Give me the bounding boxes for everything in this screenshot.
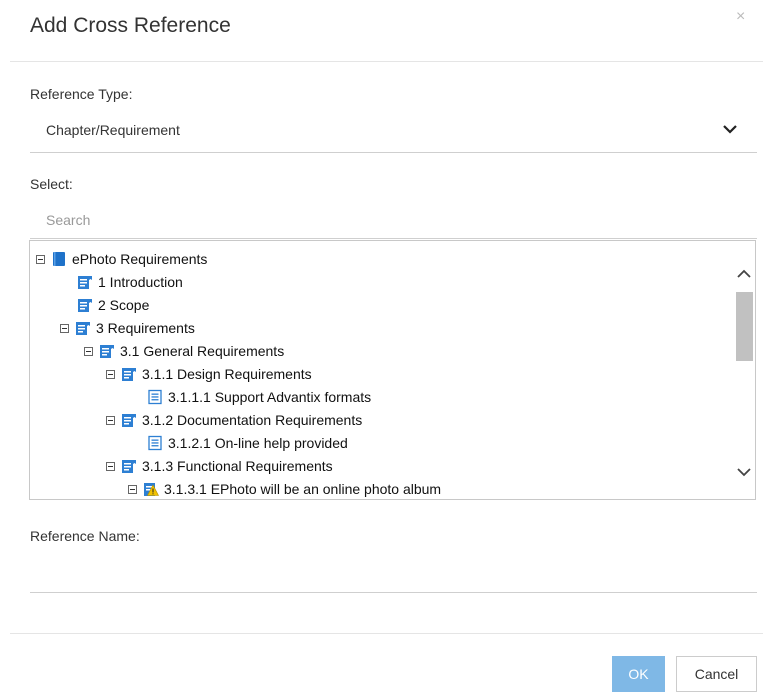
tree-item-online-photo-album[interactable]: 3.1.3.1 EPhoto will be an online photo a… xyxy=(128,479,441,499)
collapse-toggle-icon[interactable] xyxy=(36,254,45,264)
tree-item-scope[interactable]: 2 Scope xyxy=(77,295,149,315)
chapter-icon xyxy=(78,299,92,312)
tree-item-requirements[interactable]: 3 Requirements xyxy=(60,318,195,338)
tree-item-label: 3 Requirements xyxy=(96,320,195,336)
chapter-icon xyxy=(78,276,92,289)
select-label: Select: xyxy=(30,176,73,192)
tree-item-label: 3.1.2 Documentation Requirements xyxy=(142,412,363,428)
tree-item-online-help[interactable]: 3.1.2.1 On-line help provided xyxy=(147,433,348,453)
search-underline xyxy=(30,238,757,239)
tree-item-label: 2 Scope xyxy=(98,297,150,313)
tree-item-ephoto-requirements[interactable]: ePhoto Requirements xyxy=(36,249,207,269)
scroll-up-icon[interactable] xyxy=(736,268,752,280)
tree-item-label: 3.1.3 Functional Requirements xyxy=(142,458,333,474)
warning-requirement-icon xyxy=(144,483,159,496)
cancel-button[interactable]: Cancel xyxy=(676,656,757,692)
reference-type-select[interactable]: Chapter/Requirement xyxy=(46,122,180,138)
ok-button[interactable]: OK xyxy=(612,656,665,692)
dialog-title: Add Cross Reference xyxy=(30,14,231,37)
close-icon[interactable]: × xyxy=(736,8,745,26)
tree-item-label: 3.1 General Requirements xyxy=(120,343,285,359)
reference-name-input[interactable] xyxy=(30,560,757,590)
tree-item-label: 3.1.3.1 EPhoto will be an online photo a… xyxy=(164,481,442,497)
chapter-icon xyxy=(100,345,114,358)
book-icon xyxy=(53,252,65,266)
tree-item-label: 1 Introduction xyxy=(98,274,183,290)
scroll-down-icon[interactable] xyxy=(736,466,752,478)
tree-item-design-requirements[interactable]: 3.1.1 Design Requirements xyxy=(106,364,312,384)
collapse-toggle-icon[interactable] xyxy=(106,461,115,471)
collapse-toggle-icon[interactable] xyxy=(106,369,115,379)
requirement-icon xyxy=(148,389,162,405)
header-divider xyxy=(10,61,763,62)
chapter-icon xyxy=(122,368,136,381)
search-input[interactable]: Search xyxy=(46,212,90,228)
tree-item-label: ePhoto Requirements xyxy=(72,251,208,267)
reference-type-label: Reference Type: xyxy=(30,86,133,102)
reference-name-label: Reference Name: xyxy=(30,528,140,544)
scrollbar-thumb[interactable] xyxy=(736,292,753,361)
reference-name-underline xyxy=(30,592,757,593)
tree-item-support-advantix[interactable]: 3.1.1.1 Support Advantix formats xyxy=(147,387,371,407)
requirements-tree[interactable]: ePhoto Requirements 1 Introduction 2 Sco… xyxy=(29,240,756,500)
chevron-down-icon[interactable] xyxy=(722,123,738,135)
footer-divider xyxy=(10,633,763,634)
collapse-toggle-icon[interactable] xyxy=(60,323,69,333)
collapse-toggle-icon[interactable] xyxy=(106,415,115,425)
tree-item-label: 3.1.2.1 On-line help provided xyxy=(168,435,348,451)
chapter-icon xyxy=(76,322,90,335)
chapter-icon xyxy=(122,460,136,473)
tree-item-documentation-requirements[interactable]: 3.1.2 Documentation Requirements xyxy=(106,410,362,430)
tree-item-label: 3.1.1.1 Support Advantix formats xyxy=(168,389,372,405)
tree-item-functional-requirements[interactable]: 3.1.3 Functional Requirements xyxy=(106,456,333,476)
chapter-icon xyxy=(122,414,136,427)
reference-type-underline xyxy=(30,152,757,153)
tree-item-label: 3.1.1 Design Requirements xyxy=(142,366,312,382)
collapse-toggle-icon[interactable] xyxy=(128,484,137,494)
tree-item-introduction[interactable]: 1 Introduction xyxy=(77,272,183,292)
requirement-icon xyxy=(148,435,162,451)
collapse-toggle-icon[interactable] xyxy=(84,346,93,356)
tree-item-general-requirements[interactable]: 3.1 General Requirements xyxy=(84,341,284,361)
